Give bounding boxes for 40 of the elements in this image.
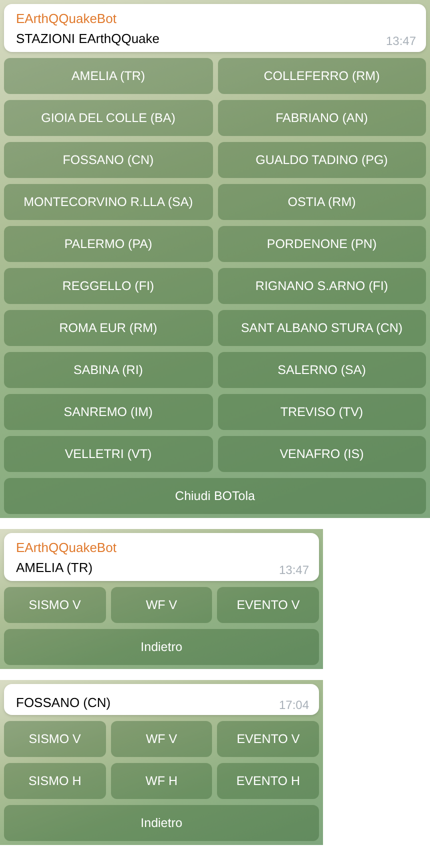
keyboard-button[interactable]: OSTIA (RM) xyxy=(218,184,426,220)
sender-name: EArthQQuakeBot xyxy=(16,10,118,28)
keyboard-button[interactable]: Chiudi BOTola xyxy=(4,478,426,514)
keyboard-button[interactable]: SABINA (RI) xyxy=(4,352,212,388)
keyboard-button[interactable]: FABRIANO (AN) xyxy=(218,100,426,136)
keyboard-button[interactable]: PALERMO (PA) xyxy=(4,226,212,262)
keyboard-button[interactable]: PORDENONE (PN) xyxy=(218,226,426,262)
keyboard-button[interactable]: EVENTO V xyxy=(217,587,320,623)
keyboard-button[interactable]: Indietro xyxy=(4,805,319,841)
keyboard-button[interactable]: AMELIA (TR) xyxy=(4,58,212,94)
keyboard-button[interactable]: WF H xyxy=(110,763,212,799)
keyboard-button[interactable]: EVENTO H xyxy=(217,763,320,799)
keyboard-button[interactable]: RIGNANO S.ARNO (FI) xyxy=(218,268,426,304)
keyboard-button[interactable]: COLLEFERRO (RM) xyxy=(218,58,426,94)
keyboard-button[interactable]: Indietro xyxy=(4,629,319,665)
keyboard-button[interactable]: WF V xyxy=(110,721,212,757)
keyboard-button[interactable]: SANREMO (IM) xyxy=(4,394,212,430)
keyboard-button[interactable]: WF V xyxy=(110,587,212,623)
keyboard-button[interactable]: VELLETRI (VT) xyxy=(4,436,212,472)
keyboard-button[interactable]: SISMO H xyxy=(4,763,106,799)
keyboard-button[interactable]: SALERNO (SA) xyxy=(218,352,426,388)
keyboard-button[interactable]: REGGELLO (FI) xyxy=(4,268,212,304)
keyboard-button[interactable]: SANT ALBANO STURA (CN) xyxy=(218,310,426,346)
keyboard-button[interactable]: SISMO V xyxy=(4,587,106,623)
keyboard-button[interactable]: VENAFRO (IS) xyxy=(218,436,426,472)
keyboard-button[interactable]: MONTECORVINO R.LLA (SA) xyxy=(4,184,212,220)
sender-name: EArthQQuakeBot xyxy=(16,539,118,557)
message-time: 13:47 xyxy=(278,563,309,577)
keyboard-button[interactable]: GUALDO TADINO (PG) xyxy=(218,142,426,178)
keyboard-button[interactable]: SISMO V xyxy=(4,721,106,757)
message-text: AMELIA (TR) xyxy=(16,559,93,577)
keyboard-button[interactable]: ROMA EUR (RM) xyxy=(4,310,212,346)
message-time: 13:47 xyxy=(386,34,416,48)
message-text: FOSSANO (CN) xyxy=(16,694,111,712)
keyboard-button[interactable]: FOSSANO (CN) xyxy=(4,142,212,178)
keyboard-button[interactable]: TREVISO (TV) xyxy=(218,394,426,430)
keyboard-button[interactable]: GIOIA DEL COLLE (BA) xyxy=(4,100,212,136)
keyboard-button[interactable]: EVENTO V xyxy=(217,721,320,757)
message-time: 17:04 xyxy=(278,698,309,712)
message-text: STAZIONI EArthQQuake xyxy=(16,30,160,48)
